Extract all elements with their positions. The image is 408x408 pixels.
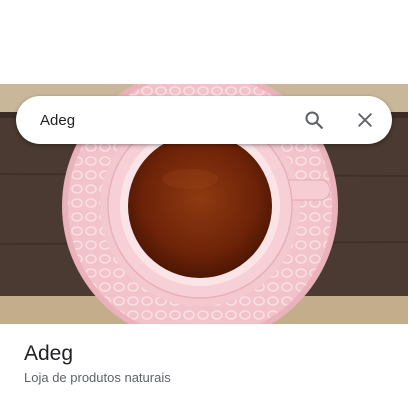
search-input[interactable]	[40, 96, 290, 144]
search-bar[interactable]	[16, 96, 392, 144]
place-name: Adeg	[24, 342, 74, 365]
top-blank-area	[0, 0, 408, 84]
search-icon	[305, 111, 323, 129]
close-icon	[358, 113, 372, 127]
search-button[interactable]	[298, 104, 330, 136]
place-category: Loja de produtos naturais	[24, 370, 171, 385]
clear-search-button[interactable]	[349, 104, 381, 136]
place-info[interactable]: Adeg Loja de produtos naturais	[24, 340, 384, 387]
